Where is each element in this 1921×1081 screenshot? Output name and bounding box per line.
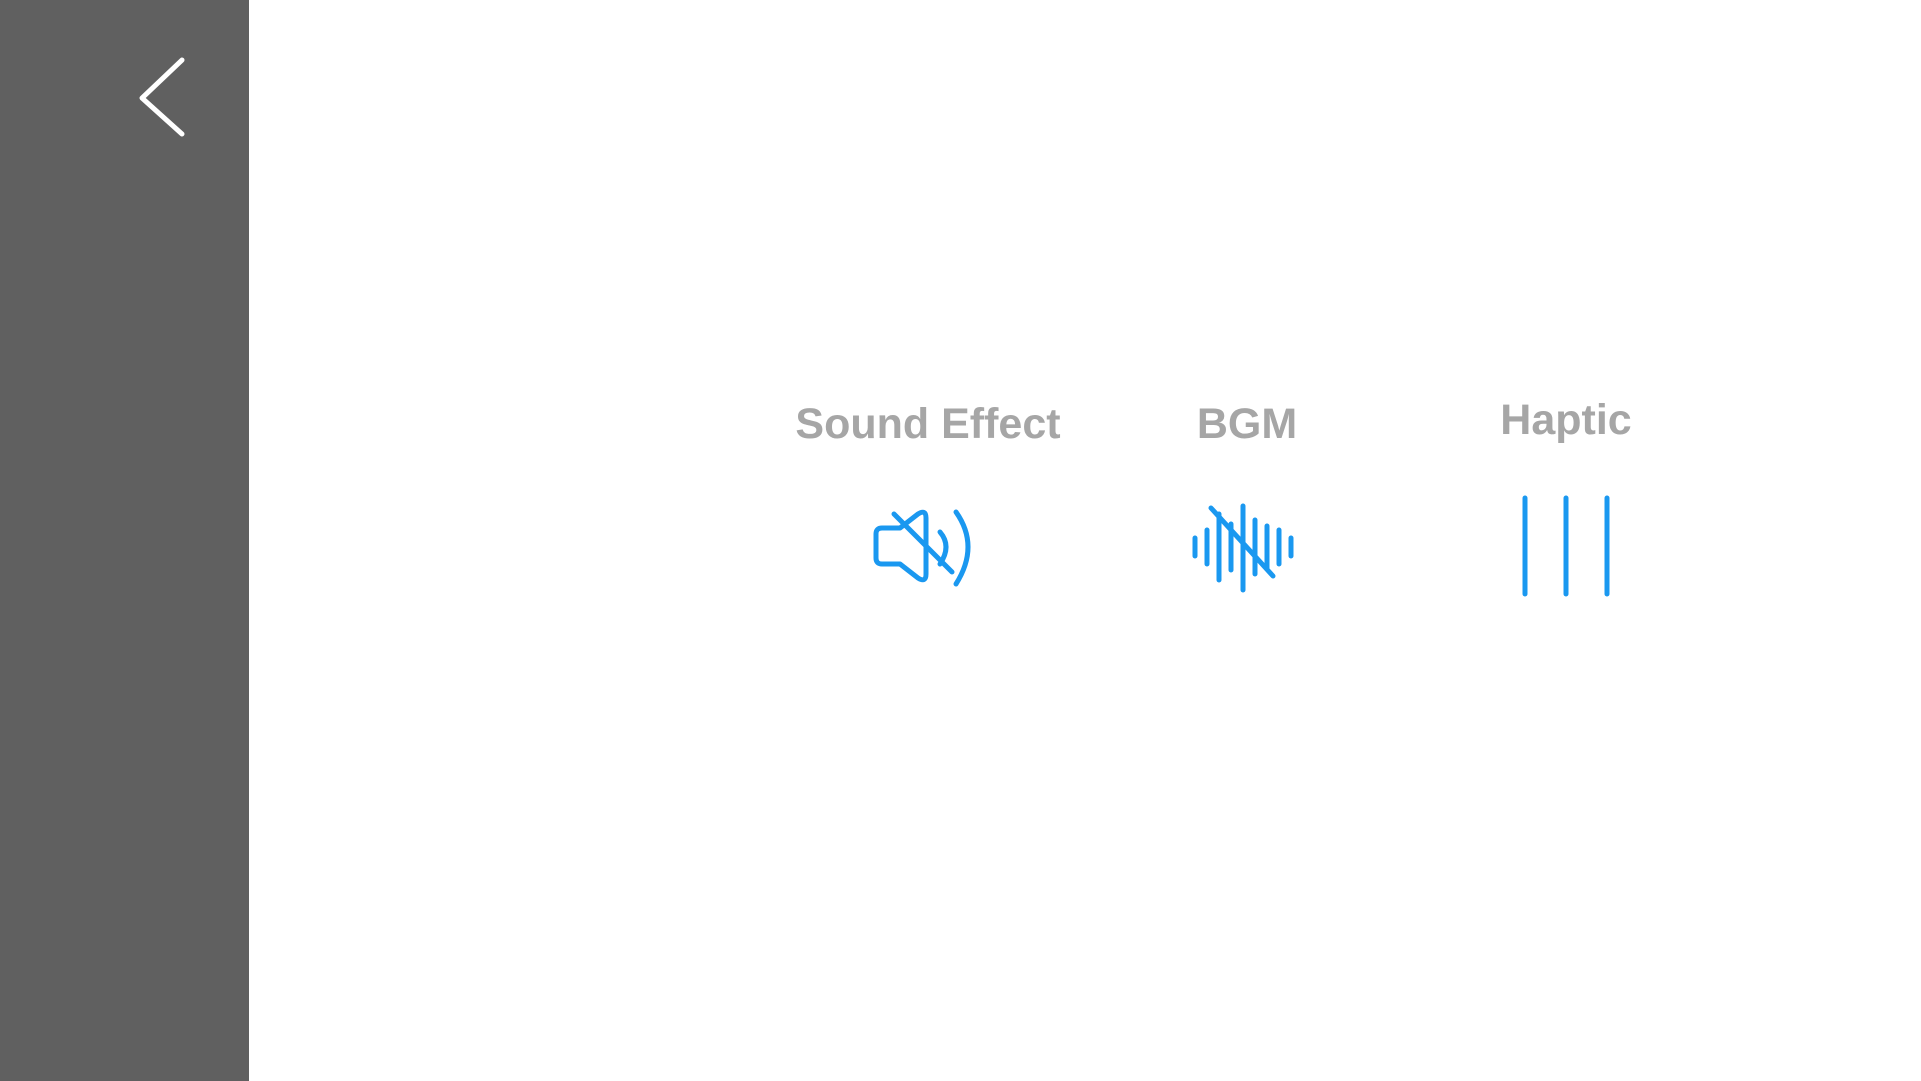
settings-panel: Sound Effect BGM Haptic [249, 0, 1921, 1081]
bgm-label: BGM [1196, 400, 1298, 448]
sound-effect-label: Sound Effect [795, 400, 1061, 448]
haptic-toggle[interactable]: Haptic [1406, 394, 1726, 598]
bgm-toggle[interactable]: BGM [1087, 398, 1407, 598]
haptic-lines-icon [1522, 495, 1610, 597]
sidebar [0, 0, 249, 1081]
chevron-left-icon [139, 57, 185, 137]
speaker-muted-icon [873, 509, 971, 587]
back-button[interactable] [120, 48, 200, 144]
waveform-muted-icon [1192, 503, 1294, 593]
sound-effect-toggle[interactable]: Sound Effect [768, 398, 1088, 598]
haptic-label: Haptic [1500, 396, 1632, 444]
